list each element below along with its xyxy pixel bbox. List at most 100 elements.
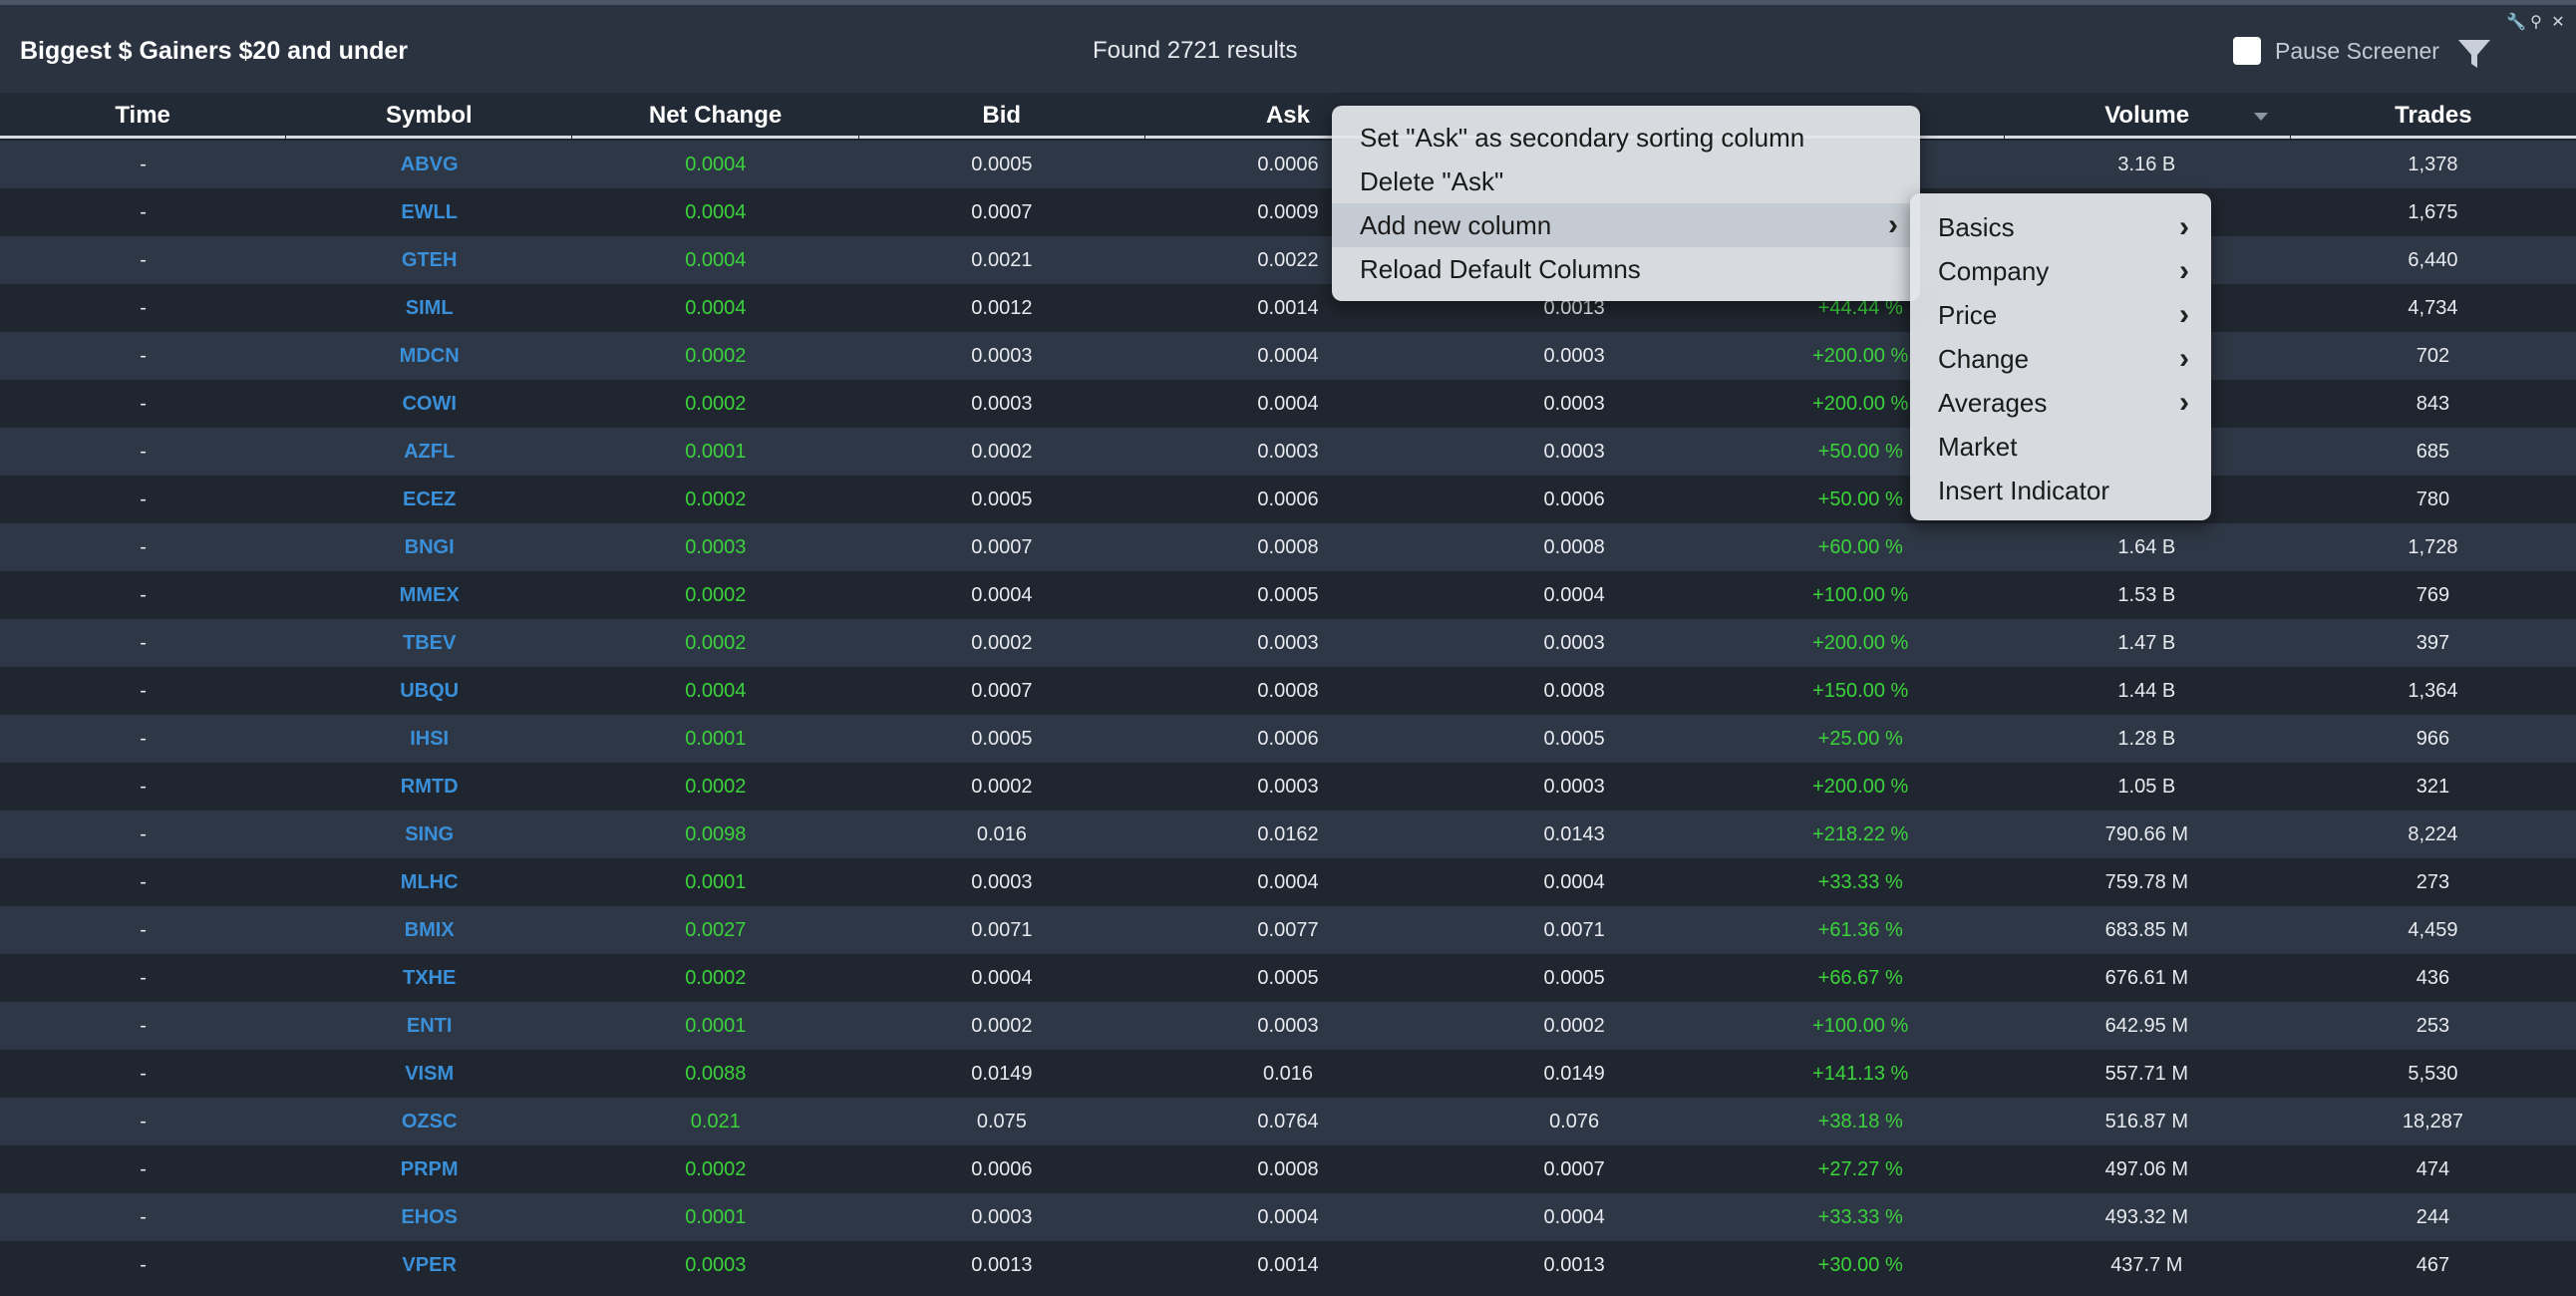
- cell-bid: 0.0004: [971, 967, 1033, 989]
- chevron-right-icon: ›: [2179, 254, 2189, 287]
- submenu-item-market[interactable]: Market: [1910, 425, 2211, 469]
- column-header-net-change[interactable]: Net Change: [572, 93, 858, 139]
- cell-bid: 0.0002: [971, 441, 1033, 463]
- menu-item-add-new-column[interactable]: Add new column ›: [1332, 203, 1920, 247]
- cell-symbol[interactable]: IHSI: [286, 715, 572, 763]
- table-row[interactable]: - VPER 0.0003 0.0013 0.0014 0.0013 +30.00 % 437…: [0, 1241, 2576, 1289]
- cell-col-7: +150.00 %: [1812, 680, 1909, 702]
- cell-col-6: 0.0003: [1543, 393, 1605, 415]
- cell-symbol[interactable]: OZSC: [286, 1098, 572, 1145]
- cell-ask: 0.0006: [1257, 728, 1319, 750]
- table-row[interactable]: - SING 0.0098 0.016 0.0162 0.0143 +218.22 % 790…: [0, 810, 2576, 858]
- table-row[interactable]: - BNGI 0.0003 0.0007 0.0008 0.0008 +60.00 % 1.6…: [0, 523, 2576, 571]
- cell-bid: 0.0003: [971, 871, 1033, 893]
- cell-time: -: [140, 536, 147, 558]
- submenu-item-price[interactable]: Price ›: [1910, 293, 2211, 337]
- cell-symbol[interactable]: UBQU: [286, 667, 572, 715]
- cell-volume: 3.16 B: [2117, 154, 2176, 175]
- screener-title: Biggest $ Gainers $20 and under: [20, 37, 409, 65]
- menu-item-delete-column[interactable]: Delete "Ask": [1332, 160, 1920, 203]
- cell-symbol[interactable]: EWLL: [286, 188, 572, 236]
- cell-symbol[interactable]: COWI: [286, 380, 572, 428]
- table-row[interactable]: - TXHE 0.0002 0.0004 0.0005 0.0005 +66.67 % 676…: [0, 954, 2576, 1002]
- cell-symbol[interactable]: MMEX: [286, 571, 572, 619]
- table-row[interactable]: - RMTD 0.0002 0.0002 0.0003 0.0003 +200.00 % 1.…: [0, 763, 2576, 810]
- cell-symbol[interactable]: TBEV: [286, 619, 572, 667]
- column-header-symbol[interactable]: Symbol: [286, 93, 572, 139]
- cell-symbol[interactable]: ECEZ: [286, 476, 572, 523]
- cell-time: -: [140, 776, 147, 798]
- cell-ask: 0.0008: [1257, 1158, 1319, 1180]
- table-row[interactable]: - ABVG 0.0004 0.0005 0.0006 3.16 B 1,378: [0, 141, 2576, 188]
- cell-symbol[interactable]: PRPM: [286, 1145, 572, 1193]
- submenu-item-averages[interactable]: Averages ›: [1910, 381, 2211, 425]
- cell-net-change: 0.0003: [685, 536, 747, 558]
- column-header-time[interactable]: Time: [0, 93, 286, 139]
- cell-volume: 759.78 M: [2104, 871, 2189, 893]
- table-row[interactable]: - BMIX 0.0027 0.0071 0.0077 0.0071 +61.36 % 683…: [0, 906, 2576, 954]
- column-header-trades[interactable]: Trades: [2290, 93, 2576, 139]
- cell-symbol[interactable]: RMTD: [286, 763, 572, 810]
- column-header-bid[interactable]: Bid: [858, 93, 1144, 139]
- table-row[interactable]: - UBQU 0.0004 0.0007 0.0008 0.0008 +150.00 % 1.…: [0, 667, 2576, 715]
- table-row[interactable]: - TBEV 0.0002 0.0002 0.0003 0.0003 +200.00 % 1.…: [0, 619, 2576, 667]
- table-row[interactable]: - MMEX 0.0002 0.0004 0.0005 0.0004 +100.00 % 1.…: [0, 571, 2576, 619]
- cell-col-6: 0.0003: [1543, 776, 1605, 798]
- cell-trades: 685: [2415, 441, 2450, 463]
- cell-net-change: 0.0001: [685, 1015, 747, 1037]
- cell-volume: 1.64 B: [2117, 536, 2176, 558]
- cell-symbol[interactable]: VISM: [286, 1050, 572, 1098]
- pause-screener-toggle[interactable]: Pause Screener: [2233, 36, 2439, 66]
- pause-checkbox[interactable]: [2233, 37, 2261, 65]
- cell-col-6: 0.0005: [1543, 967, 1605, 989]
- table-row[interactable]: - OZSC 0.021 0.075 0.0764 0.076 +38.18 % 516.87…: [0, 1098, 2576, 1145]
- cell-ask: 0.0005: [1257, 584, 1319, 606]
- cell-col-6: 0.0008: [1543, 536, 1605, 558]
- cell-symbol[interactable]: GTEH: [286, 236, 572, 284]
- cell-net-change: 0.0004: [685, 154, 747, 175]
- cell-time: -: [140, 823, 147, 845]
- wrench-icon[interactable]: 🔧: [2506, 14, 2526, 32]
- cell-volume: 1.28 B: [2117, 728, 2176, 750]
- cell-symbol[interactable]: MDCN: [286, 332, 572, 380]
- cell-symbol[interactable]: SING: [286, 810, 572, 858]
- column-header-volume[interactable]: Volume: [2004, 93, 2290, 139]
- cell-trades: 397: [2415, 632, 2450, 654]
- table-row[interactable]: - IHSI 0.0001 0.0005 0.0006 0.0005 +25.00 % 1.2…: [0, 715, 2576, 763]
- cell-symbol[interactable]: TXHE: [286, 954, 572, 1002]
- cell-trades: 702: [2415, 345, 2450, 367]
- sort-caret-icon[interactable]: [2253, 113, 2268, 121]
- table-row[interactable]: - VISM 0.0088 0.0149 0.016 0.0149 +141.13 % 557…: [0, 1050, 2576, 1098]
- table-row[interactable]: - PRPM 0.0002 0.0006 0.0008 0.0007 +27.27 % 497…: [0, 1145, 2576, 1193]
- cell-ask: 0.0005: [1257, 967, 1319, 989]
- table-row[interactable]: - MLHC 0.0001 0.0003 0.0004 0.0004 +33.33 % 759…: [0, 858, 2576, 906]
- filter-icon[interactable]: [2456, 37, 2492, 71]
- menu-item-reload-default-columns[interactable]: Reload Default Columns: [1332, 247, 1920, 291]
- submenu-item-insert-indicator[interactable]: Insert Indicator: [1910, 469, 2211, 512]
- cell-trades: 769: [2415, 584, 2450, 606]
- cell-bid: 0.0007: [971, 201, 1033, 223]
- cell-symbol[interactable]: ABVG: [286, 141, 572, 188]
- table-row[interactable]: - ENTI 0.0001 0.0002 0.0003 0.0002 +100.00 % 64…: [0, 1002, 2576, 1050]
- cell-symbol[interactable]: BMIX: [286, 906, 572, 954]
- close-icon[interactable]: ✕: [2550, 14, 2566, 32]
- cell-col-7: +61.36 %: [1817, 919, 1903, 941]
- cell-symbol[interactable]: SIML: [286, 284, 572, 332]
- cell-symbol[interactable]: BNGI: [286, 523, 572, 571]
- cell-symbol[interactable]: MLHC: [286, 858, 572, 906]
- submenu-item-basics[interactable]: Basics ›: [1910, 205, 2211, 249]
- cell-symbol[interactable]: AZFL: [286, 428, 572, 476]
- cell-bid: 0.0006: [971, 1158, 1033, 1180]
- cell-ask: 0.0004: [1257, 1206, 1319, 1228]
- cell-symbol[interactable]: ENTI: [286, 1002, 572, 1050]
- cell-ask: 0.0004: [1257, 393, 1319, 415]
- submenu-item-change[interactable]: Change ›: [1910, 337, 2211, 381]
- menu-item-label: Add new column: [1360, 210, 1552, 240]
- submenu-item-company[interactable]: Company ›: [1910, 249, 2211, 293]
- menu-item-set-secondary-sort[interactable]: Set "Ask" as secondary sorting column: [1332, 116, 1920, 160]
- cell-symbol[interactable]: VPER: [286, 1241, 572, 1289]
- table-row[interactable]: - EHOS 0.0001 0.0003 0.0004 0.0004 +33.33 % 493…: [0, 1193, 2576, 1241]
- popout-icon[interactable]: ⚲: [2528, 14, 2544, 32]
- cell-symbol[interactable]: EHOS: [286, 1193, 572, 1241]
- cell-trades: 253: [2415, 1015, 2450, 1037]
